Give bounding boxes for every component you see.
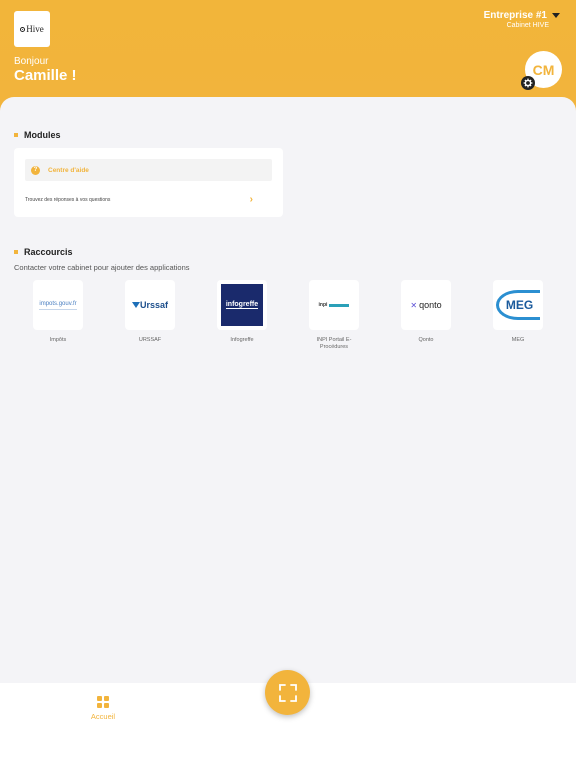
module-row[interactable]: ? Centre d'aide [25, 159, 272, 181]
dashboard-icon [97, 696, 109, 708]
impots-logo-icon[interactable]: impots.gouv.fr [33, 280, 83, 330]
greeting: Bonjour [14, 56, 49, 67]
hive-logo[interactable]: Hive [14, 11, 50, 47]
help-circle-icon: ? [31, 165, 40, 175]
meg-logo-icon[interactable]: MEG [493, 280, 543, 330]
scan-button[interactable] [265, 670, 310, 715]
shortcut-label: Impôts [49, 337, 67, 343]
bullet-icon [14, 250, 18, 254]
shortcut-label: URSSAF [138, 337, 162, 343]
inpi-logo-icon[interactable]: inpi [309, 280, 359, 330]
module-card-help[interactable]: ? Centre d'aide Trouvez des réponses à v… [14, 148, 283, 217]
qonto-logo-icon[interactable]: ✕ qonto [401, 280, 451, 330]
urssaf-logo-icon[interactable]: Urssaf [125, 280, 175, 330]
shortcut-infogreffe[interactable]: infogreffe Infogreffe [216, 280, 268, 344]
shortcut-label: Infogreffe [230, 337, 254, 343]
shortcut-urssaf[interactable]: Urssaf URSSAF [124, 280, 176, 344]
shortcuts-subtitle: Contacter votre cabinet pour ajouter des… [14, 263, 190, 272]
modules-title: Modules [14, 130, 61, 140]
module-label: Centre d'aide [48, 166, 89, 174]
company-name: Entreprise #1 [483, 10, 547, 21]
shortcut-label: INPI Portail E-Procédures [316, 337, 352, 351]
user-name: Camille ! [14, 67, 77, 84]
shortcut-inpi[interactable]: inpi INPI Portail E-Procédures [308, 280, 360, 351]
shortcut-qonto[interactable]: ✕ qonto Qonto [400, 280, 452, 344]
shortcut-label: Qonto [418, 337, 434, 343]
nav-home[interactable]: Accueil [88, 696, 118, 721]
nav-home-label: Accueil [90, 712, 116, 721]
shortcuts-title: Raccourcis [14, 247, 73, 257]
chevron-right-icon[interactable]: › [250, 194, 253, 205]
gear-icon[interactable] [521, 76, 535, 90]
shortcut-impots[interactable]: impots.gouv.fr Impôts [32, 280, 84, 344]
scan-frame-icon [278, 683, 297, 702]
company-selector[interactable]: Entreprise #1 Cabinet HIVE [484, 10, 560, 29]
shortcut-label: MEG [511, 337, 525, 343]
company-sub: Cabinet HIVE [506, 22, 549, 29]
infogreffe-logo-icon[interactable]: infogreffe [217, 280, 267, 330]
caret-down-icon [552, 13, 560, 18]
module-description: Trouvez des réponses à vos questions [25, 197, 111, 203]
bullet-icon [14, 133, 18, 137]
shortcut-meg[interactable]: MEG MEG [492, 280, 544, 344]
